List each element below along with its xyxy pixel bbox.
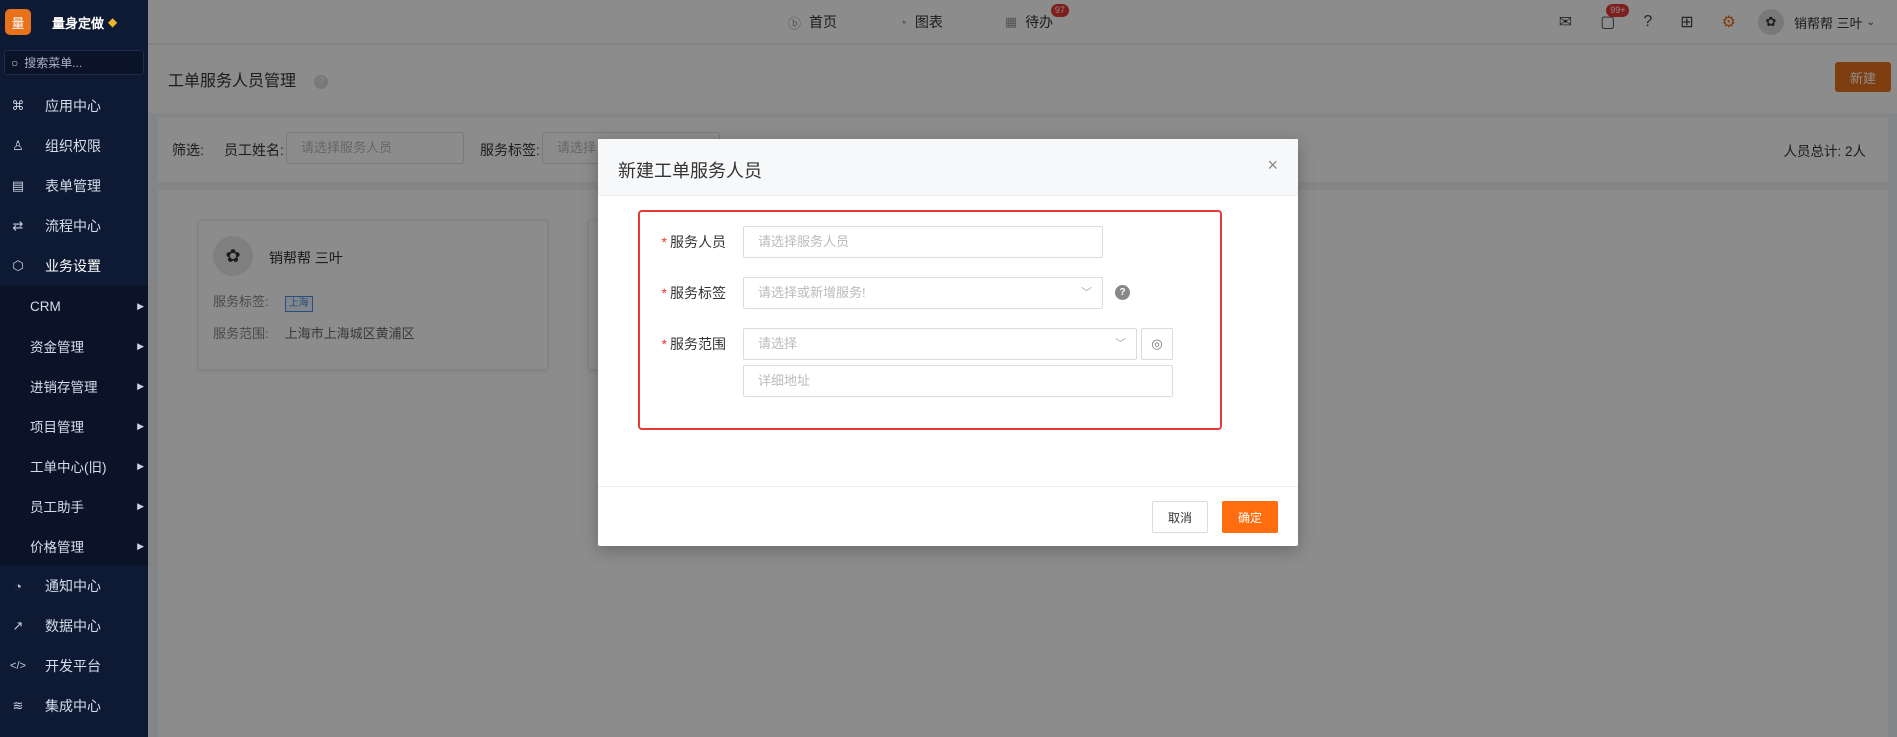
sidebar-subitem-label: 工单中心(旧) xyxy=(30,460,107,475)
service-tag-label: * 服务标签 xyxy=(661,285,726,301)
new-staff-modal: 新建工单服务人员 × * 服务人员 请选择服务人员 * 服务标签 请选择或新增服务!… xyxy=(598,139,1298,546)
caret-right-icon: ▶ xyxy=(137,380,144,391)
sidebar-item-forms[interactable]: ▤ 表单管理 xyxy=(0,166,148,206)
modal-title: 新建工单服务人员 xyxy=(618,161,762,181)
sidebar-item-label: 组织权限 xyxy=(45,138,101,154)
layers-icon: ≋ xyxy=(12,698,24,713)
service-scope-select[interactable]: 请选择 ﹀ xyxy=(743,328,1137,360)
location-button[interactable]: ◎ xyxy=(1141,328,1173,360)
caret-right-icon: ▶ xyxy=(137,500,144,511)
sidebar-subitem-inventory[interactable]: 进销存管理 ▶ xyxy=(0,366,148,406)
sidebar-subitem-label: 项目管理 xyxy=(30,420,84,435)
sidebar-subitem-label: 进销存管理 xyxy=(30,380,98,395)
cancel-button[interactable]: 取消 xyxy=(1152,501,1208,533)
detail-address-input[interactable]: 详细地址 xyxy=(743,365,1173,397)
sidebar-item-label: 开发平台 xyxy=(45,658,101,674)
sidebar-item-integration[interactable]: ≋ 集成中心 xyxy=(0,686,148,726)
caret-right-icon: ▶ xyxy=(137,420,144,431)
service-tag-select[interactable]: 请选择或新增服务! ﹀ xyxy=(743,277,1103,309)
menu-search-placeholder: 搜索菜单... xyxy=(24,56,83,70)
caret-right-icon: ▶ xyxy=(137,540,144,551)
sidebar-subitem-label: 资金管理 xyxy=(30,340,84,355)
service-scope-label: * 服务范围 xyxy=(661,336,726,352)
brand-name[interactable]: 量身定做 xyxy=(52,13,104,32)
sidebar-item-label: 业务设置 xyxy=(45,258,101,274)
diamond-icon: ◆ xyxy=(108,15,118,29)
sidebar-item-business[interactable]: ⬡ 业务设置 xyxy=(0,246,148,286)
close-icon[interactable]: × xyxy=(1267,155,1278,176)
sidebar-item-data[interactable]: ↗ 数据中心 xyxy=(0,606,148,646)
apps-icon: ⌘ xyxy=(11,98,25,113)
menu-search-input[interactable]: ○ 搜索菜单... xyxy=(4,50,144,75)
confirm-button[interactable]: 确定 xyxy=(1222,501,1278,533)
caret-right-icon: ▶ xyxy=(137,460,144,471)
search-icon: ○ xyxy=(11,55,19,70)
bell-icon: ◔ xyxy=(14,578,22,594)
sidebar-subitem-projects[interactable]: 项目管理 ▶ xyxy=(0,406,148,446)
sidebar-item-org[interactable]: ♙ 组织权限 xyxy=(0,126,148,166)
help-icon[interactable]: ? xyxy=(1115,285,1130,300)
form-area: * 服务人员 请选择服务人员 * 服务标签 请选择或新增服务! ﹀ ? * 服务范围 … xyxy=(638,210,1222,430)
service-scope-placeholder: 请选择 xyxy=(758,336,798,351)
sidebar-subitem-label: 价格管理 xyxy=(30,540,84,555)
service-person-label: * 服务人员 xyxy=(661,234,726,250)
sidebar-item-label: 表单管理 xyxy=(45,178,101,194)
brand-logo: 量 xyxy=(5,9,31,35)
service-tag-placeholder: 请选择或新增服务! xyxy=(758,285,866,300)
sidebar-subitem-label: 员工助手 xyxy=(30,500,84,515)
sidebar: 量 量身定做 ◆ ○ 搜索菜单... ⌘ 应用中心 ♙ 组织权限 ▤ 表单管理 … xyxy=(0,0,148,737)
user-icon: ♙ xyxy=(12,138,24,153)
sidebar-item-dev[interactable]: </> 开发平台 xyxy=(0,646,148,686)
sidebar-item-label: 应用中心 xyxy=(45,98,101,114)
sidebar-subitem-pricing[interactable]: 价格管理 ▶ xyxy=(0,526,148,566)
sidebar-item-label: 流程中心 xyxy=(45,218,101,234)
sidebar-item-flow[interactable]: ⇄ 流程中心 xyxy=(0,206,148,246)
sidebar-item-apps[interactable]: ⌘ 应用中心 xyxy=(0,86,148,126)
sidebar-subitem-workorder-old[interactable]: 工单中心(旧) ▶ xyxy=(0,446,148,486)
menu: ⌘ 应用中心 ♙ 组织权限 ▤ 表单管理 ⇄ 流程中心 ⬡ 业务设置 CRM ▶… xyxy=(0,86,148,726)
modal-header: 新建工单服务人员 × xyxy=(598,139,1298,196)
cube-icon: ⬡ xyxy=(12,258,24,273)
business-submenu: CRM ▶ 资金管理 ▶ 进销存管理 ▶ 项目管理 ▶ 工单中心(旧) ▶ 员工… xyxy=(0,286,148,566)
chart-line-icon: ↗ xyxy=(12,618,24,633)
caret-right-icon: ▶ xyxy=(137,300,144,311)
sidebar-subitem-crm[interactable]: CRM ▶ xyxy=(0,286,148,326)
location-pin-icon: ◎ xyxy=(1151,336,1163,351)
sidebar-subitem-label: CRM xyxy=(30,298,61,314)
form-icon: ▤ xyxy=(11,178,25,193)
flow-icon: ⇄ xyxy=(12,218,24,233)
sidebar-item-label: 通知中心 xyxy=(45,578,101,594)
sidebar-item-label: 集成中心 xyxy=(45,698,101,714)
code-icon: </> xyxy=(10,660,26,672)
chevron-down-icon: ﹀ xyxy=(1115,338,1126,350)
brand: 量 量身定做 ◆ xyxy=(0,0,148,44)
sidebar-item-label: 数据中心 xyxy=(45,618,101,634)
service-person-select[interactable]: 请选择服务人员 xyxy=(743,226,1103,258)
sidebar-subitem-funds[interactable]: 资金管理 ▶ xyxy=(0,326,148,366)
sidebar-subitem-assistant[interactable]: 员工助手 ▶ xyxy=(0,486,148,526)
sidebar-item-notify[interactable]: ◔ 通知中心 xyxy=(0,566,148,606)
chevron-down-icon: ﹀ xyxy=(1081,287,1092,299)
modal-footer: 取消 确定 xyxy=(598,486,1298,546)
caret-right-icon: ▶ xyxy=(137,340,144,351)
